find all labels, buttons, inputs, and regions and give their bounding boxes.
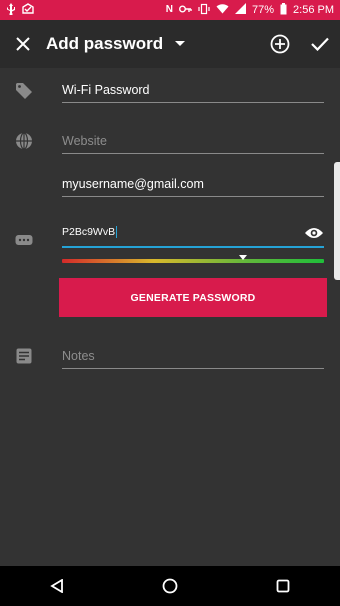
notification-icon bbox=[22, 2, 34, 18]
close-button[interactable] bbox=[0, 20, 46, 68]
dropdown-icon bbox=[175, 41, 186, 46]
wifi-icon bbox=[216, 3, 229, 17]
nav-back-button[interactable] bbox=[27, 566, 87, 606]
password-value: P2Bc9WvB bbox=[62, 226, 116, 238]
battery-icon bbox=[280, 2, 287, 18]
page-title: Add password bbox=[46, 34, 164, 53]
category-dropdown[interactable] bbox=[175, 41, 186, 47]
key-icon bbox=[179, 4, 192, 17]
usb-icon bbox=[6, 2, 16, 18]
status-right: N 77% 2:56 PM bbox=[165, 2, 334, 18]
close-icon bbox=[16, 37, 30, 51]
notes-field[interactable]: Notes bbox=[62, 349, 324, 369]
system-nav-bar bbox=[0, 566, 340, 606]
status-bar: N 77% 2:56 PM bbox=[0, 0, 340, 20]
password-field[interactable]: P2Bc9WvB bbox=[62, 226, 324, 248]
vibrate-icon bbox=[198, 3, 210, 18]
website-field[interactable]: Website bbox=[62, 134, 324, 154]
signal-icon bbox=[235, 3, 246, 17]
back-icon bbox=[49, 579, 63, 593]
check-icon bbox=[311, 37, 329, 51]
password-icon bbox=[14, 230, 34, 250]
home-icon bbox=[162, 578, 178, 594]
toggle-visibility-button[interactable] bbox=[304, 226, 324, 242]
password-strength-meter bbox=[62, 255, 324, 263]
status-left bbox=[6, 2, 34, 18]
nfc-icon: N bbox=[165, 4, 173, 15]
nav-recents-button[interactable] bbox=[253, 566, 313, 606]
notes-icon bbox=[14, 346, 34, 366]
nav-home-button[interactable] bbox=[140, 566, 200, 606]
status-time: 2:56 PM bbox=[293, 4, 334, 16]
name-field[interactable]: Wi-Fi Password bbox=[62, 83, 324, 103]
battery-percent: 77% bbox=[252, 4, 275, 16]
save-button[interactable] bbox=[300, 20, 340, 68]
strength-marker bbox=[238, 255, 247, 260]
add-circle-icon bbox=[270, 34, 290, 54]
tag-icon bbox=[14, 81, 34, 101]
globe-icon bbox=[14, 131, 34, 151]
recents-icon bbox=[276, 579, 290, 593]
add-field-button[interactable] bbox=[260, 20, 300, 68]
app-toolbar: Add password bbox=[0, 20, 340, 68]
eye-icon bbox=[305, 228, 323, 238]
text-caret bbox=[116, 226, 118, 238]
generate-password-button[interactable]: GENERATE PASSWORD bbox=[59, 278, 327, 317]
scroll-edge-handle[interactable] bbox=[334, 162, 340, 280]
username-field[interactable]: myusername@gmail.com bbox=[62, 177, 324, 197]
